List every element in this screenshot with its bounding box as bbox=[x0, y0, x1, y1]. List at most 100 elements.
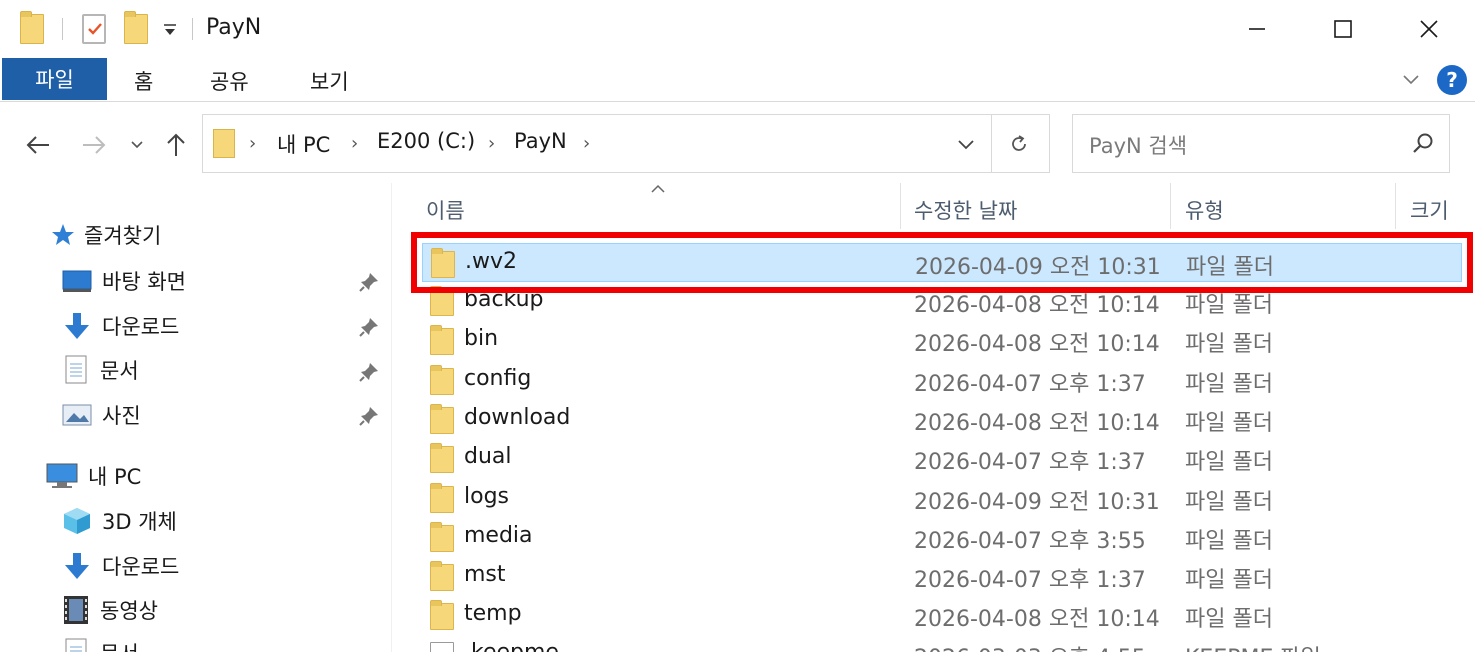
forward-arrow-icon[interactable] bbox=[76, 127, 112, 163]
download-arrow-icon bbox=[65, 553, 89, 579]
column-divider[interactable] bbox=[1395, 183, 1396, 229]
document-icon bbox=[65, 355, 87, 384]
back-arrow-icon[interactable] bbox=[20, 127, 56, 163]
file-row[interactable]: download 2026-04-08 오전 10:14 파일 폴더 bbox=[422, 400, 1462, 439]
pin-icon[interactable] bbox=[358, 405, 380, 427]
column-divider[interactable] bbox=[1170, 183, 1171, 229]
customize-quick-access-icon[interactable] bbox=[160, 20, 180, 40]
file-row[interactable]: .keepme 2026-03-03 오후 4:55 KEEPME 파일 bbox=[422, 635, 1462, 652]
nav-label: 사진 bbox=[102, 404, 141, 428]
file-name: .keepme bbox=[464, 640, 559, 652]
file-type: KEEPME 파일 bbox=[1185, 640, 1321, 652]
nav-item-pictures[interactable]: 사진 bbox=[62, 395, 141, 435]
breadcrumb-chevron-icon[interactable]: › bbox=[249, 133, 256, 154]
file-row[interactable]: mst 2026-04-07 오후 1:37 파일 폴더 bbox=[422, 557, 1462, 596]
column-header-date[interactable]: 수정한 날짜 bbox=[914, 195, 1017, 225]
annotation-highlight-box bbox=[411, 232, 1473, 293]
search-icon[interactable] bbox=[1411, 131, 1435, 159]
breadcrumb-drive-c[interactable]: E200 (C:) bbox=[377, 129, 475, 153]
navigation-pane: 즐겨찾기 바탕 화면 다운로드 문서 사진 내 PC 3D 개체 다운로드 동영… bbox=[0, 183, 392, 652]
pin-icon[interactable] bbox=[358, 316, 380, 338]
navigation-row: › 내 PC › E200 (C:) › PayN › PayN 검색 bbox=[0, 103, 1475, 183]
file-name: dual bbox=[464, 444, 512, 469]
maximize-button[interactable] bbox=[1300, 0, 1386, 58]
nav-this-pc[interactable]: 내 PC bbox=[46, 456, 141, 496]
title-bar: PayN bbox=[0, 0, 1475, 58]
new-folder-icon[interactable] bbox=[124, 11, 148, 44]
file-row[interactable]: temp 2026-04-08 오전 10:14 파일 폴더 bbox=[422, 596, 1462, 635]
nav-item-pc-downloads[interactable]: 다운로드 bbox=[62, 546, 179, 586]
expand-ribbon-chevron-icon[interactable] bbox=[1400, 70, 1422, 88]
nav-quick-access[interactable]: 즐겨찾기 bbox=[50, 215, 161, 255]
folder-icon bbox=[430, 443, 454, 473]
address-dropdown-chevron-icon[interactable] bbox=[948, 128, 984, 162]
nav-item-downloads[interactable]: 다운로드 bbox=[62, 306, 179, 346]
nav-item-videos[interactable]: 동영상 bbox=[62, 590, 158, 630]
folder-icon bbox=[430, 286, 454, 316]
search-box[interactable]: PayN 검색 bbox=[1072, 114, 1450, 173]
tab-file[interactable]: 파일 bbox=[2, 58, 107, 100]
file-row[interactable]: logs 2026-04-09 오전 10:31 파일 폴더 bbox=[422, 479, 1462, 518]
breadcrumb-payn[interactable]: PayN bbox=[514, 129, 567, 153]
column-header-type[interactable]: 유형 bbox=[1185, 195, 1224, 225]
tab-share[interactable]: 공유 bbox=[210, 66, 249, 96]
file-row[interactable]: dual 2026-04-07 오후 1:37 파일 폴더 bbox=[422, 439, 1462, 478]
file-name: download bbox=[464, 405, 571, 430]
file-name: mst bbox=[464, 562, 506, 587]
file-date: 2026-04-08 오전 10:14 bbox=[914, 332, 1160, 357]
file-row[interactable]: config 2026-04-07 오후 1:37 파일 폴더 bbox=[422, 361, 1462, 400]
nav-label: 즐겨찾기 bbox=[84, 224, 162, 248]
file-name: logs bbox=[464, 484, 509, 509]
file-type: 파일 폴더 bbox=[1185, 568, 1273, 593]
tab-view[interactable]: 보기 bbox=[310, 66, 349, 96]
pictures-icon bbox=[62, 404, 92, 426]
file-type: 파일 폴더 bbox=[1185, 607, 1273, 632]
nav-item-pc-documents[interactable]: 문서 bbox=[64, 633, 139, 652]
column-header-size[interactable]: 크기 bbox=[1410, 195, 1449, 225]
tab-home[interactable]: 홈 bbox=[134, 66, 153, 96]
file-name: bin bbox=[464, 326, 499, 351]
file-type: 파일 폴더 bbox=[1185, 411, 1273, 436]
file-date: 2026-04-08 오전 10:14 bbox=[914, 411, 1160, 436]
folder-icon bbox=[430, 561, 454, 591]
address-bar[interactable]: › 내 PC › E200 (C:) › PayN › bbox=[202, 114, 1050, 173]
folder-icon bbox=[430, 522, 454, 552]
file-date: 2026-04-07 오후 1:37 bbox=[914, 568, 1146, 593]
file-type: 파일 폴더 bbox=[1185, 529, 1273, 554]
folder-icon bbox=[430, 404, 454, 434]
refresh-icon[interactable] bbox=[999, 127, 1039, 161]
close-button[interactable] bbox=[1386, 0, 1472, 58]
file-row[interactable]: media 2026-04-07 오후 3:55 파일 폴더 bbox=[422, 518, 1462, 557]
nav-item-3d-objects[interactable]: 3D 개체 bbox=[62, 501, 177, 541]
properties-icon[interactable] bbox=[82, 14, 106, 44]
file-name: temp bbox=[464, 601, 522, 626]
column-divider[interactable] bbox=[900, 183, 901, 229]
breadcrumb-chevron-icon[interactable]: › bbox=[351, 133, 358, 154]
nav-label: 다운로드 bbox=[102, 315, 180, 339]
file-row[interactable]: bin 2026-04-08 오전 10:14 파일 폴더 bbox=[422, 321, 1462, 360]
nav-label: 문서 bbox=[100, 638, 139, 652]
nav-label: 내 PC bbox=[88, 465, 142, 489]
this-pc-icon bbox=[46, 463, 78, 488]
file-icon bbox=[430, 642, 454, 652]
breadcrumb-this-pc[interactable]: 내 PC bbox=[277, 129, 330, 159]
pin-icon[interactable] bbox=[358, 361, 380, 383]
up-arrow-icon[interactable] bbox=[158, 127, 194, 163]
minimize-button[interactable] bbox=[1214, 0, 1300, 58]
nav-item-desktop[interactable]: 바탕 화면 bbox=[62, 261, 186, 301]
column-header-name[interactable]: 이름 bbox=[426, 195, 465, 225]
recent-locations-chevron-icon[interactable] bbox=[122, 127, 152, 163]
nav-item-documents[interactable]: 문서 bbox=[64, 350, 139, 390]
help-icon[interactable]: ? bbox=[1437, 65, 1467, 95]
folder-icon bbox=[430, 600, 454, 630]
search-input[interactable]: PayN 검색 bbox=[1089, 130, 1187, 160]
file-type: 파일 폴더 bbox=[1185, 372, 1273, 397]
breadcrumb-chevron-icon[interactable]: › bbox=[488, 133, 495, 154]
pin-icon[interactable] bbox=[358, 271, 380, 293]
breadcrumb-chevron-icon[interactable]: › bbox=[583, 133, 590, 154]
file-type: 파일 폴더 bbox=[1185, 332, 1273, 357]
folder-icon bbox=[430, 365, 454, 395]
desktop-icon bbox=[62, 270, 92, 292]
toolbar-separator bbox=[192, 18, 193, 40]
file-type: 파일 폴더 bbox=[1185, 450, 1273, 475]
